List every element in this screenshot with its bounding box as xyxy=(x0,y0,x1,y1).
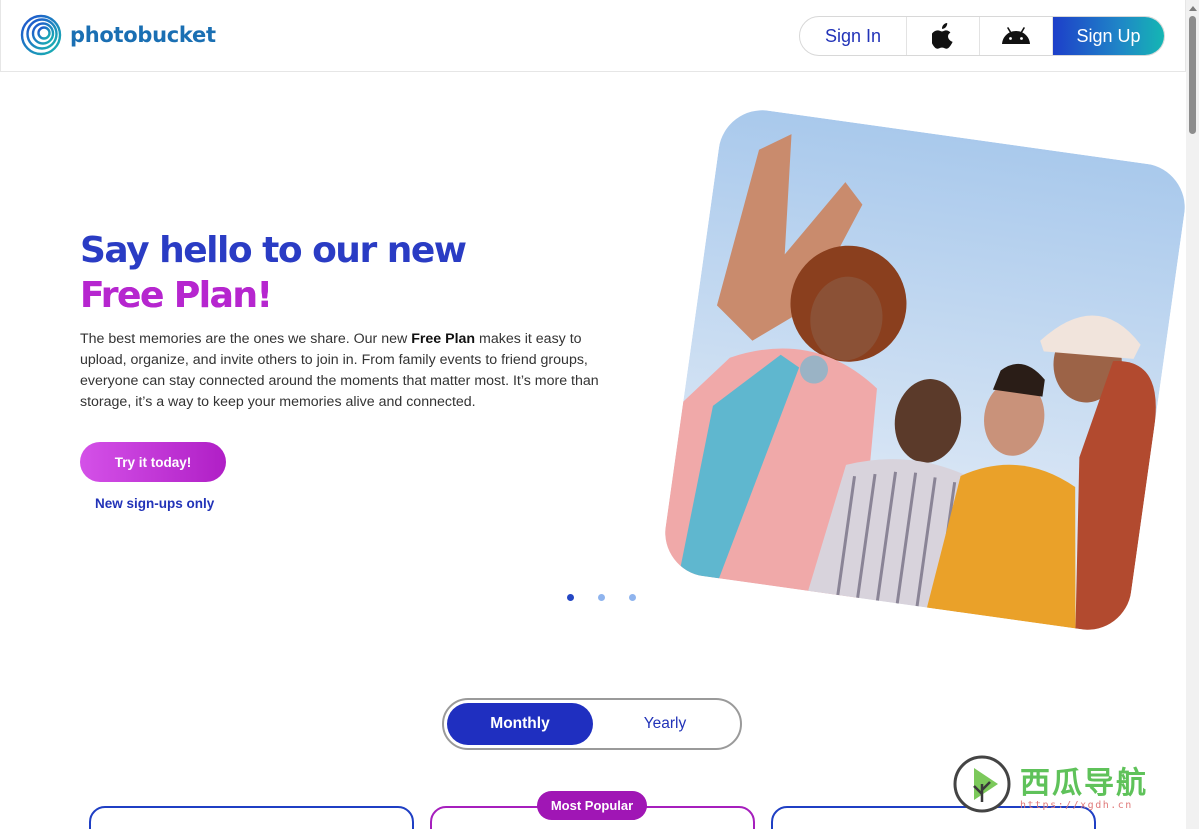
scroll-thumb[interactable] xyxy=(1189,16,1196,134)
android-app-button[interactable] xyxy=(980,17,1053,55)
apple-app-button[interactable] xyxy=(907,17,980,55)
hero-title: Say hello to our new Free Plan! xyxy=(80,228,550,318)
plan-card-1[interactable] xyxy=(89,806,414,829)
watermark: 西瓜导航 https://xgdh.cn xyxy=(952,754,1148,814)
hero-title-lead: Say hello to our new xyxy=(80,230,467,271)
apple-icon xyxy=(932,23,953,49)
hero-photo xyxy=(659,104,1191,636)
hero-description: The best memories are the ones we share.… xyxy=(80,329,610,413)
carousel-dots xyxy=(567,594,636,601)
hero-title-highlight: Free Plan! xyxy=(80,275,273,316)
android-icon xyxy=(1002,27,1030,44)
billing-period-toggle: Monthly Yearly xyxy=(442,698,742,750)
watermark-url: https://xgdh.cn xyxy=(1020,799,1133,811)
carousel-dot-3[interactable] xyxy=(629,594,636,601)
page-scrollbar[interactable] xyxy=(1186,0,1199,829)
site-header: photobucket Sign In Sign Up xyxy=(0,0,1186,72)
auth-button-group: Sign In Sign Up xyxy=(799,16,1165,56)
monthly-option[interactable]: Monthly xyxy=(447,703,593,745)
new-signups-note: New sign-ups only xyxy=(95,496,215,511)
logo[interactable]: photobucket xyxy=(20,14,216,56)
sign-up-button[interactable]: Sign Up xyxy=(1053,17,1164,55)
hero-desc-bold: Free Plan xyxy=(411,331,476,347)
watermark-logo-icon xyxy=(953,755,1011,813)
photobucket-logo-icon xyxy=(20,14,62,56)
most-popular-badge: Most Popular xyxy=(537,791,647,820)
sign-in-button[interactable]: Sign In xyxy=(800,17,907,55)
yearly-option[interactable]: Yearly xyxy=(592,703,738,745)
carousel-dot-1[interactable] xyxy=(567,594,574,601)
scroll-up-arrow-icon[interactable] xyxy=(1189,6,1197,11)
brand-name: photobucket xyxy=(70,23,216,47)
try-it-today-button[interactable]: Try it today! xyxy=(80,442,226,482)
watermark-text: 西瓜导航 xyxy=(1020,765,1148,801)
hero-desc-before: The best memories are the ones we share.… xyxy=(80,331,412,347)
friends-group-photo-image xyxy=(659,104,1191,636)
carousel-dot-2[interactable] xyxy=(598,594,605,601)
